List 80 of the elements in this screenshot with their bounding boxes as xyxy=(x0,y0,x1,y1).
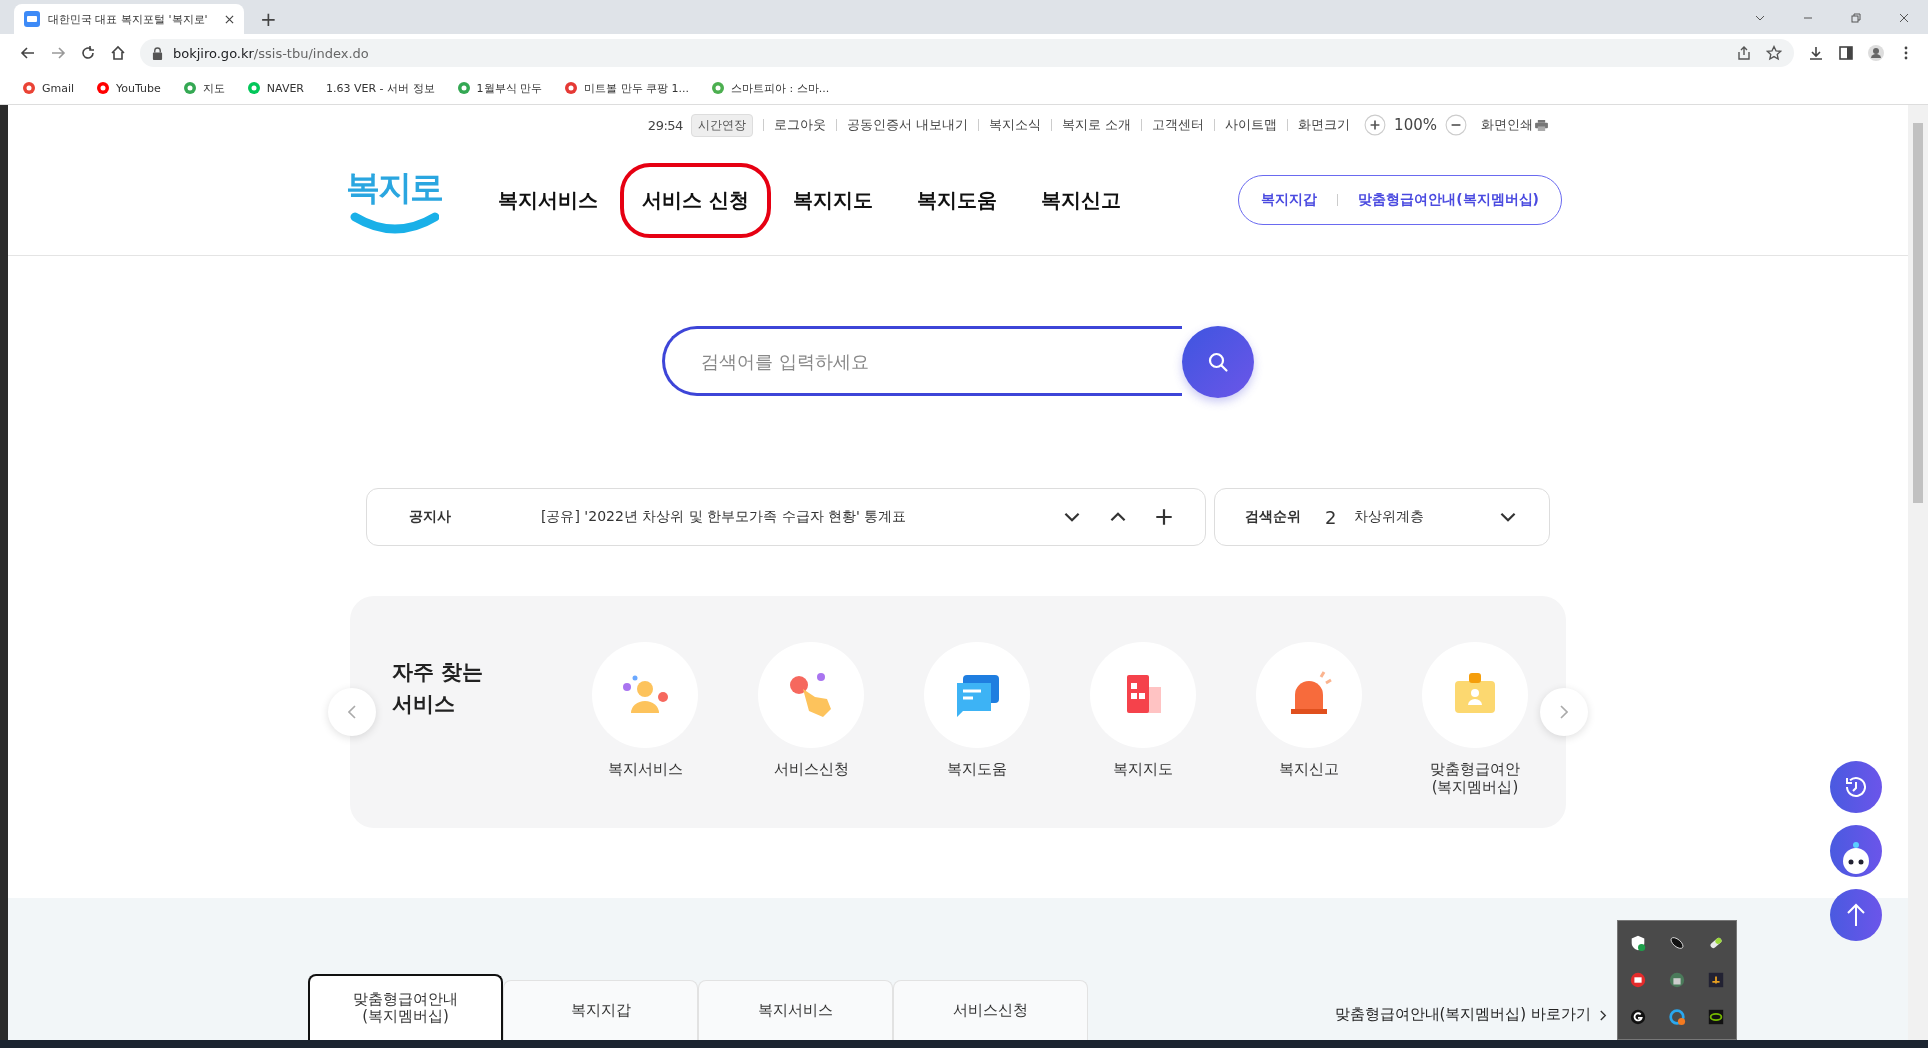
bookmark-favicon-icon xyxy=(246,81,261,95)
address-field[interactable]: bokjiro.go.kr/ssis-tbu/index.do xyxy=(140,39,1794,67)
utility-link[interactable]: 복지로 소개 xyxy=(1050,119,1142,131)
back-icon[interactable] xyxy=(20,45,36,61)
utility-link[interactable]: 복지소식 xyxy=(977,119,1051,131)
bookmark[interactable]: 1월부식 만두 xyxy=(456,80,543,96)
app-icon[interactable] xyxy=(1628,971,1647,989)
ranking-term[interactable]: 차상위계층 xyxy=(1354,508,1425,526)
bookmark[interactable]: 지도 xyxy=(182,80,225,96)
notice-link[interactable]: [공유] '2022년 차상위 및 한부모가족 수급자 현황' 통계표 xyxy=(541,508,907,526)
bookmark[interactable]: NAVER xyxy=(246,81,304,95)
bookmark[interactable]: Gmail xyxy=(22,81,75,95)
services-title: 자주 찾는 서비스 xyxy=(392,659,485,718)
shortcut-link[interactable]: 맞춤형급여안내(복지멤버십) 바로가기 xyxy=(1334,1005,1591,1024)
star-icon[interactable] xyxy=(1766,45,1782,61)
zoom-in-icon[interactable] xyxy=(1364,114,1387,136)
tab-title: 대한민국 대표 복지포털 '복지로' xyxy=(48,11,209,27)
session-timer: 29:54 xyxy=(647,117,683,133)
restore-icon[interactable] xyxy=(1850,12,1862,24)
notice-label: 공지사 xyxy=(409,508,451,526)
utility-link[interactable]: 사이트맵 xyxy=(1214,119,1288,131)
bookmark-favicon-icon xyxy=(96,81,111,95)
scrollbar-thumb[interactable] xyxy=(1913,123,1923,503)
tab[interactable]: 복지지갑 xyxy=(503,980,698,1040)
tab[interactable]: 서비스신청 xyxy=(893,980,1088,1040)
plus-icon[interactable] xyxy=(1153,506,1175,528)
side-panel-icon[interactable] xyxy=(1838,45,1854,61)
utility-link[interactable]: 고객센터 xyxy=(1141,119,1215,131)
bookmark-favicon-icon xyxy=(564,81,579,95)
bookmark[interactable]: YouTube xyxy=(96,81,161,95)
new-tab-button[interactable]: + xyxy=(256,7,281,31)
scroll-top-button[interactable] xyxy=(1830,889,1882,941)
app-icon[interactable] xyxy=(1707,971,1726,989)
forward-icon[interactable] xyxy=(50,45,66,61)
site-favicon-icon xyxy=(24,11,40,27)
print-link[interactable]: 화면인쇄 xyxy=(1471,119,1558,131)
search-icon xyxy=(1206,350,1230,374)
search-button[interactable] xyxy=(1182,326,1254,398)
tab[interactable]: 복지서비스 xyxy=(698,980,893,1040)
nav-link[interactable]: 서비스 신청 xyxy=(620,162,771,238)
zoom-out-icon[interactable] xyxy=(1445,114,1467,136)
reload-icon[interactable] xyxy=(80,45,96,61)
close-icon[interactable] xyxy=(225,14,234,24)
nav-link[interactable]: 복지서비스 xyxy=(476,162,620,238)
bookmark-favicon-icon xyxy=(22,81,36,95)
history-button[interactable] xyxy=(1830,761,1882,813)
home-icon[interactable] xyxy=(110,45,126,61)
share-icon[interactable] xyxy=(1736,45,1752,61)
nav-link[interactable]: 복지도움 xyxy=(894,162,1019,238)
quick-link[interactable]: 복지지갑 xyxy=(1261,191,1318,209)
scrollbar[interactable] xyxy=(1908,105,1928,1040)
bookmark[interactable]: 1.63 VER - 서버 정보 xyxy=(326,80,435,96)
zoom-level: 100% xyxy=(1394,116,1437,134)
printer-icon xyxy=(1535,119,1548,131)
quick-link[interactable]: 맞춤형급여안내(복지멤버십) xyxy=(1358,191,1539,209)
lock-icon xyxy=(152,46,163,60)
extend-button[interactable]: 시간연장 xyxy=(690,113,753,137)
nav-link[interactable]: 복지지도 xyxy=(770,162,895,238)
profile-icon[interactable] xyxy=(1868,45,1884,61)
utility-link[interactable]: 공동인증서 내보내기 xyxy=(835,119,978,131)
tab[interactable]: 맞춤형급여안내 (복지멤버십) xyxy=(308,974,503,1040)
ranking-label: 검색순위 xyxy=(1245,508,1301,526)
utility-link[interactable]: 화면크기 xyxy=(1287,119,1361,131)
chevron-right-icon[interactable] xyxy=(1599,1009,1608,1022)
bookmark[interactable]: 미트볼 만두 쿠팡 1... xyxy=(564,80,690,96)
close-icon[interactable] xyxy=(1898,12,1910,24)
nav-link[interactable]: 복지신고 xyxy=(1018,162,1143,238)
download-icon[interactable] xyxy=(1808,45,1824,61)
chevron-right-icon xyxy=(1560,705,1568,719)
browser-tab[interactable]: 대한민국 대표 복지포털 '복지로' xyxy=(14,4,244,34)
bookmark-favicon-icon xyxy=(456,81,471,95)
bookmark-favicon-icon xyxy=(711,81,726,95)
chevron-left-icon xyxy=(348,705,356,719)
search-field[interactable]: 검색어를 입력하세요 xyxy=(662,326,1182,396)
chatbot-button[interactable] xyxy=(1830,825,1882,877)
bookmark-favicon-icon xyxy=(182,81,197,95)
utility-link[interactable]: 로그아웃 xyxy=(762,119,836,131)
mascot-icon xyxy=(1840,842,1872,874)
bookmark[interactable]: 스마트피아 : 스마... xyxy=(711,80,830,96)
rank-number: 2 xyxy=(1325,506,1337,528)
